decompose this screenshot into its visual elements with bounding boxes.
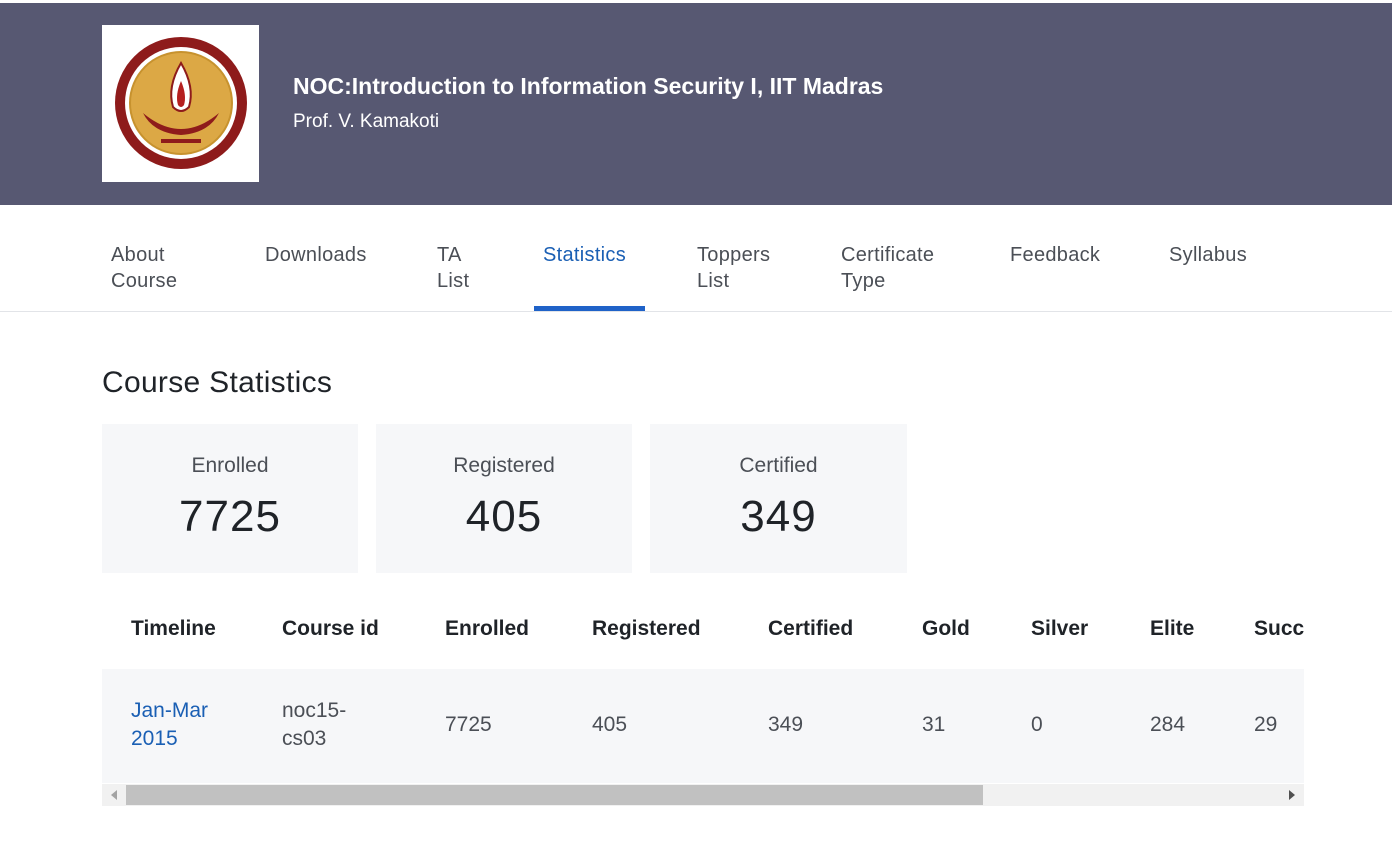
course-title: NOC:Introduction to Information Security… bbox=[293, 73, 884, 99]
stat-value: 7725 bbox=[179, 492, 281, 541]
stat-value: 349 bbox=[740, 492, 817, 541]
tab-certificate-type[interactable]: Certificate Type bbox=[841, 242, 934, 294]
tab-label: Toppers bbox=[697, 244, 771, 266]
horizontal-scrollbar[interactable] bbox=[102, 784, 1304, 806]
course-id-label: cs03 bbox=[282, 727, 327, 750]
active-tab-indicator bbox=[534, 306, 645, 311]
tab-label: TA bbox=[437, 244, 462, 266]
course-professor: Prof. V. Kamakoti bbox=[293, 111, 440, 132]
course-id-cell: noc15- cs03 bbox=[282, 697, 346, 753]
elite-cell: 284 bbox=[1150, 713, 1186, 736]
column-header-successful: Succ bbox=[1254, 617, 1304, 640]
tab-label: List bbox=[437, 270, 470, 292]
tab-statistics[interactable]: Statistics bbox=[543, 242, 626, 268]
stat-card-enrolled: Enrolled 7725 bbox=[102, 424, 358, 573]
tab-toppers-list[interactable]: Toppers List bbox=[697, 242, 770, 294]
gold-cell: 31 bbox=[922, 713, 946, 736]
tab-downloads[interactable]: Downloads bbox=[265, 242, 367, 268]
tab-about-course[interactable]: About Course bbox=[111, 242, 177, 294]
registered-cell: 405 bbox=[592, 713, 628, 736]
column-header-elite: Elite bbox=[1150, 617, 1195, 640]
timeline-link[interactable]: Jan-Mar 2015 bbox=[131, 697, 208, 753]
tab-label: Statistics bbox=[543, 244, 627, 266]
column-header-course-id: Course id bbox=[282, 617, 379, 640]
tab-ta-list[interactable]: TA List bbox=[437, 242, 469, 294]
iit-madras-seal-icon bbox=[115, 37, 247, 169]
certified-cell: 349 bbox=[768, 713, 804, 736]
scrollbar-thumb[interactable] bbox=[126, 785, 983, 805]
stat-value: 405 bbox=[465, 492, 543, 541]
column-header-certified: Certified bbox=[768, 617, 854, 640]
tab-label: List bbox=[697, 270, 730, 292]
statistics-table: Timeline Course id Enrolled Registered C… bbox=[102, 598, 1304, 783]
silver-cell: 0 bbox=[1031, 713, 1043, 736]
stat-label: Enrolled bbox=[191, 454, 269, 477]
tab-label: Type bbox=[841, 270, 886, 292]
tab-label: Syllabus bbox=[1169, 244, 1247, 266]
institute-logo bbox=[102, 25, 259, 182]
column-header-enrolled: Enrolled bbox=[445, 617, 530, 640]
stat-card-certified: Certified 349 bbox=[650, 424, 907, 573]
tab-label: About bbox=[111, 244, 165, 266]
tab-label: Feedback bbox=[1010, 244, 1101, 266]
timeline-label: Jan-Mar bbox=[131, 699, 209, 722]
scroll-right-arrow-icon[interactable] bbox=[1289, 790, 1295, 800]
tab-syllabus[interactable]: Syllabus bbox=[1169, 242, 1247, 268]
tab-label: Course bbox=[111, 270, 178, 292]
course-tabs: About Course Downloads TA List Statistic… bbox=[0, 205, 1392, 312]
stat-card-registered: Registered 405 bbox=[376, 424, 632, 573]
column-header-registered: Registered bbox=[592, 617, 701, 640]
timeline-label: 2015 bbox=[131, 727, 178, 750]
stat-label: Certified bbox=[739, 454, 818, 477]
tab-feedback[interactable]: Feedback bbox=[1010, 242, 1100, 268]
tab-label: Certificate bbox=[841, 244, 935, 266]
column-header-gold: Gold bbox=[922, 617, 970, 640]
column-header-timeline: Timeline bbox=[131, 617, 216, 640]
section-title: Course Statistics bbox=[102, 366, 333, 399]
tab-label: Downloads bbox=[265, 244, 367, 266]
scroll-left-arrow-icon[interactable] bbox=[111, 790, 117, 800]
successful-cell: 29 bbox=[1254, 713, 1278, 736]
course-header: NOC:Introduction to Information Security… bbox=[0, 3, 1392, 205]
enrolled-cell: 7725 bbox=[445, 713, 492, 736]
stat-label: Registered bbox=[453, 454, 555, 477]
column-header-silver: Silver bbox=[1031, 617, 1089, 640]
course-id-label: noc15- bbox=[282, 699, 347, 722]
